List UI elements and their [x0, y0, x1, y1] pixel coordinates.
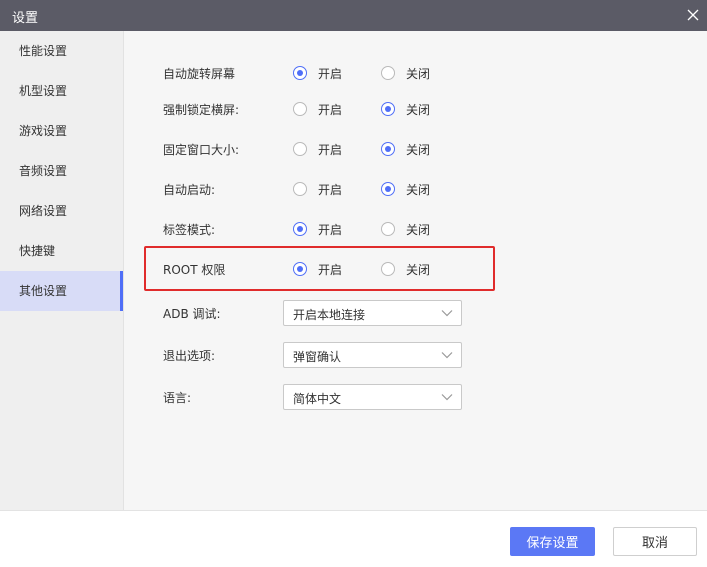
sidebar-item-game[interactable]: 游戏设置 [0, 111, 123, 151]
radio-off[interactable]: 关闭 [381, 259, 430, 279]
radio-label: 开启 [318, 142, 343, 157]
window-title: 设置 [12, 11, 39, 26]
radio-off[interactable]: 关闭 [381, 99, 430, 119]
setting-force-landscape: 强制锁定横屏: 开启 关闭 [124, 99, 707, 119]
sidebar-item-model[interactable]: 机型设置 [0, 71, 123, 111]
sidebar-item-label: 机型设置 [19, 84, 68, 98]
radio-circle [381, 222, 395, 236]
sidebar-item-audio[interactable]: 音频设置 [0, 151, 123, 191]
settings-panel: 自动旋转屏幕 开启 关闭 强制锁定横屏: 开启 关闭 固定窗口大小: 开启 关闭 [124, 31, 707, 510]
radio-circle [293, 66, 307, 80]
radio-label: 开启 [318, 222, 343, 237]
setting-label: ADB 调试: [163, 307, 221, 321]
close-button[interactable] [681, 3, 705, 27]
setting-label: 强制锁定横屏: [163, 103, 240, 117]
radio-label: 关闭 [406, 102, 431, 117]
sidebar-item-label: 性能设置 [19, 44, 68, 58]
radio-label: 开启 [318, 182, 343, 197]
radio-circle [293, 182, 307, 196]
radio-circle [381, 102, 395, 116]
radio-off[interactable]: 关闭 [381, 219, 430, 239]
radio-on[interactable]: 开启 [293, 259, 342, 279]
sidebar-item-label: 游戏设置 [19, 124, 68, 138]
close-icon [687, 9, 699, 21]
select-value: 开启本地连接 [293, 308, 366, 322]
radio-circle [381, 182, 395, 196]
setting-label: 固定窗口大小: [163, 143, 240, 157]
radio-label: 关闭 [406, 262, 431, 277]
setting-auto-rotate: 自动旋转屏幕 开启 关闭 [124, 63, 707, 83]
sidebar-item-label: 音频设置 [19, 164, 68, 178]
radio-on[interactable]: 开启 [293, 139, 342, 159]
radio-off[interactable]: 关闭 [381, 179, 430, 199]
cancel-button[interactable]: 取消 [613, 527, 697, 556]
radio-circle [293, 222, 307, 236]
radio-circle [381, 142, 395, 156]
sidebar-item-performance[interactable]: 性能设置 [0, 31, 123, 71]
setting-label: 语言: [163, 391, 192, 405]
radio-on[interactable]: 开启 [293, 99, 342, 119]
setting-label: 自动旋转屏幕 [163, 67, 236, 81]
select-value: 弹窗确认 [293, 350, 342, 364]
exit-option-select[interactable]: 弹窗确认 [283, 342, 462, 368]
radio-label: 关闭 [406, 182, 431, 197]
radio-off[interactable]: 关闭 [381, 139, 430, 159]
radio-circle [381, 66, 395, 80]
sidebar: 性能设置 机型设置 游戏设置 音频设置 网络设置 快捷键 其他设置 [0, 31, 124, 510]
radio-off[interactable]: 关闭 [381, 63, 430, 83]
setting-label: ROOT 权限 [163, 263, 226, 277]
chevron-down-icon [441, 394, 453, 401]
radio-label: 关闭 [406, 222, 431, 237]
radio-circle [293, 102, 307, 116]
chevron-down-icon [441, 352, 453, 359]
footer: 保存设置 取消 [0, 510, 707, 567]
setting-auto-start: 自动启动: 开启 关闭 [124, 179, 707, 199]
radio-label: 开启 [318, 66, 343, 81]
radio-label: 开启 [318, 102, 343, 117]
title-bar: 设置 [0, 0, 707, 31]
setting-root-permission: ROOT 权限 开启 关闭 [124, 259, 707, 279]
sidebar-item-label: 网络设置 [19, 204, 68, 218]
language-select[interactable]: 简体中文 [283, 384, 462, 410]
chevron-down-icon [441, 310, 453, 317]
save-settings-button[interactable]: 保存设置 [510, 527, 595, 556]
setting-label: 退出选项: [163, 349, 216, 363]
adb-debug-select[interactable]: 开启本地连接 [283, 300, 462, 326]
sidebar-item-shortcuts[interactable]: 快捷键 [0, 231, 123, 271]
setting-label: 自动启动: [163, 183, 216, 197]
sidebar-item-label: 快捷键 [19, 244, 56, 258]
sidebar-item-network[interactable]: 网络设置 [0, 191, 123, 231]
radio-on[interactable]: 开启 [293, 219, 342, 239]
radio-label: 关闭 [406, 66, 431, 81]
radio-circle [293, 262, 307, 276]
radio-on[interactable]: 开启 [293, 179, 342, 199]
select-value: 简体中文 [293, 392, 342, 406]
radio-label: 开启 [318, 262, 343, 277]
setting-tab-mode: 标签模式: 开启 关闭 [124, 219, 707, 239]
radio-circle [293, 142, 307, 156]
setting-fixed-window-size: 固定窗口大小: 开启 关闭 [124, 139, 707, 159]
setting-label: 标签模式: [163, 223, 216, 237]
sidebar-item-other[interactable]: 其他设置 [0, 271, 123, 311]
sidebar-item-label: 其他设置 [19, 284, 68, 298]
radio-circle [381, 262, 395, 276]
radio-label: 关闭 [406, 142, 431, 157]
radio-on[interactable]: 开启 [293, 63, 342, 83]
